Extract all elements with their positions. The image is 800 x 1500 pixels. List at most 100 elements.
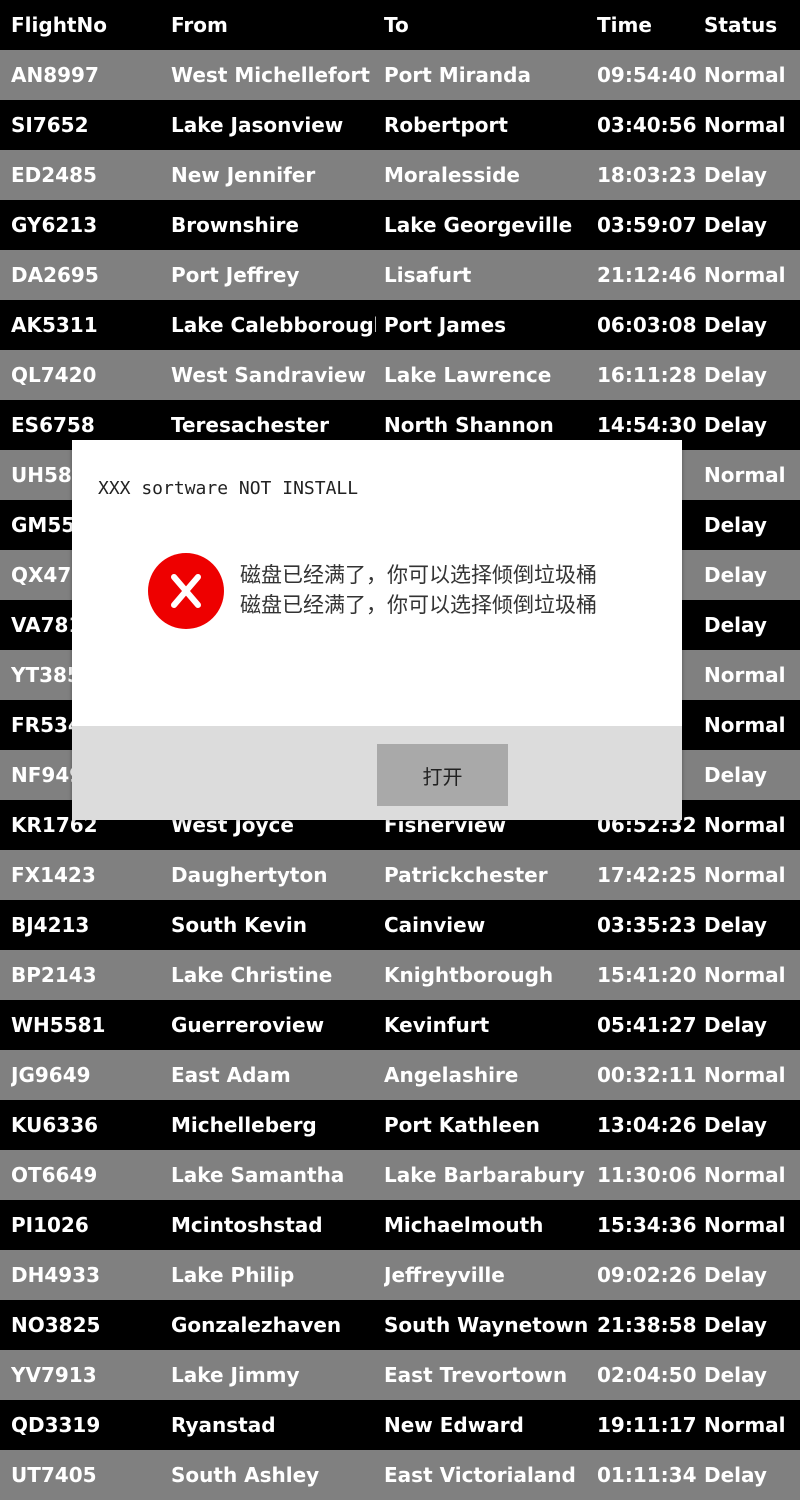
flight-number-cell: KU6336 (11, 1113, 99, 1137)
time-cell: 03:59:07 (597, 213, 697, 237)
dialog-message-line-2: 磁盘已经满了，你可以选择倾倒垃圾桶 (240, 593, 597, 617)
origin-cell: Ryanstad (171, 1413, 276, 1437)
time-cell: 16:11:28 (597, 363, 697, 387)
status-cell: Normal (704, 863, 786, 887)
dialog-footer: 打开 (72, 726, 682, 820)
flight-number-cell: OT6649 (11, 1163, 98, 1187)
status-cell: Normal (704, 1063, 786, 1087)
flight-number-cell: AN8997 (11, 63, 99, 87)
flight-number-cell: AK5311 (11, 313, 98, 337)
flight-number-cell: JG9649 (11, 1063, 91, 1087)
status-cell: Delay (704, 363, 767, 387)
dialog-message-line-1: 磁盘已经满了，你可以选择倾倒垃圾桶 (240, 563, 597, 587)
column-header-from: From (171, 13, 228, 37)
time-cell: 09:02:26 (597, 1263, 697, 1287)
time-cell: 13:04:26 (597, 1113, 697, 1137)
time-cell: 18:03:23 (597, 163, 697, 187)
origin-cell: West Sandraview (171, 363, 367, 387)
status-cell: Normal (704, 1413, 786, 1437)
status-cell: Normal (704, 113, 786, 137)
column-header-flightno: FlightNo (11, 13, 107, 37)
time-cell: 21:12:46 (597, 263, 697, 287)
status-cell: Normal (704, 963, 786, 987)
origin-cell: South Kevin (171, 913, 307, 937)
dialog-title: XXX sortware NOT INSTALL (98, 478, 359, 499)
table-row: JG9649 East Adam Angelashire 00:32:11 Normal (0, 1050, 800, 1100)
status-cell: Normal (704, 463, 786, 487)
flight-number-cell: ED2485 (11, 163, 97, 187)
status-cell: Delay (704, 763, 767, 787)
destination-cell: East Victorialand (384, 1463, 576, 1487)
flight-number-cell: YV7913 (11, 1363, 97, 1387)
origin-cell: Lake Calebborough (171, 313, 376, 337)
column-header-to: To (384, 13, 409, 37)
flight-number-cell: DA2695 (11, 263, 99, 287)
origin-cell: New Jennifer (171, 163, 316, 187)
table-row: DH4933 Lake Philip Jeffreyville 09:02:26 Del… (0, 1250, 800, 1300)
flight-number-cell: NO3825 (11, 1313, 101, 1337)
open-button[interactable]: 打开 (377, 744, 508, 806)
table-row: ED2485 New Jennifer Moralesside 18:03:23 Del… (0, 150, 800, 200)
status-cell: Delay (704, 1463, 767, 1487)
status-cell: Normal (704, 1163, 786, 1187)
origin-cell: Gonzalezhaven (171, 1313, 342, 1337)
table-header: FlightNo From To Time Status (0, 0, 800, 50)
table-row: UT7405 South Ashley East Victorialand 01:11… (0, 1450, 800, 1500)
time-cell: 15:41:20 (597, 963, 697, 987)
destination-cell: Cainview (384, 913, 486, 937)
origin-cell: Lake Philip (171, 1263, 295, 1287)
status-cell: Delay (704, 1313, 767, 1337)
flight-number-cell: BJ4213 (11, 913, 90, 937)
status-cell: Delay (704, 213, 767, 237)
status-cell: Delay (704, 413, 767, 437)
origin-cell: Lake Samantha (171, 1163, 345, 1187)
flight-number-cell: SI7652 (11, 113, 89, 137)
origin-cell: Lake Christine (171, 963, 333, 987)
time-cell: 00:32:11 (597, 1063, 697, 1087)
origin-cell: South Ashley (171, 1463, 320, 1487)
flight-number-cell: WH5581 (11, 1013, 106, 1037)
origin-cell: East Adam (171, 1063, 291, 1087)
time-cell: 02:04:50 (597, 1363, 697, 1387)
origin-cell: Mcintoshstad (171, 1213, 323, 1237)
time-cell: 06:03:08 (597, 313, 697, 337)
status-cell: Normal (704, 713, 786, 737)
table-row: AN8997 West Michellefort Port Miranda 09:54… (0, 50, 800, 100)
table-row: BJ4213 South Kevin Cainview 03:35:23 Delay (0, 900, 800, 950)
destination-cell: Angelashire (384, 1063, 519, 1087)
table-row: PI1026 Mcintoshstad Michaelmouth 15:34:36 No… (0, 1200, 800, 1250)
time-cell: 01:11:34 (597, 1463, 697, 1487)
destination-cell: Port Kathleen (384, 1113, 540, 1137)
table-row: KU6336 Michelleberg Port Kathleen 13:04:26 D… (0, 1100, 800, 1150)
status-cell: Normal (704, 813, 786, 837)
origin-cell: Michelleberg (171, 1113, 317, 1137)
status-cell: Normal (704, 63, 786, 87)
flight-number-cell: FX1423 (11, 863, 96, 887)
error-x-icon (148, 553, 224, 629)
destination-cell: Michaelmouth (384, 1213, 544, 1237)
destination-cell: Knightborough (384, 963, 554, 987)
time-cell: 03:40:56 (597, 113, 697, 137)
table-row: BP2143 Lake Christine Knightborough 15:41:2… (0, 950, 800, 1000)
flight-number-cell: UT7405 (11, 1463, 97, 1487)
time-cell: 09:54:40 (597, 63, 697, 87)
origin-cell: Lake Jasonview (171, 113, 344, 137)
time-cell: 19:11:17 (597, 1413, 697, 1437)
flight-number-cell: BP2143 (11, 963, 97, 987)
status-cell: Delay (704, 313, 767, 337)
time-cell: 21:38:58 (597, 1313, 697, 1337)
status-cell: Delay (704, 1013, 767, 1037)
origin-cell: Brownshire (171, 213, 299, 237)
table-row: OT6649 Lake Samantha Lake Barbarabury 11:30… (0, 1150, 800, 1200)
destination-cell: Port Miranda (384, 63, 531, 87)
destination-cell: South Waynetown (384, 1313, 589, 1337)
status-cell: Delay (704, 563, 767, 587)
destination-cell: Moralesside (384, 163, 520, 187)
time-cell: 15:34:36 (597, 1213, 697, 1237)
status-cell: Delay (704, 913, 767, 937)
origin-cell: West Michellefort (171, 63, 370, 87)
status-cell: Normal (704, 263, 786, 287)
table-row: YV7913 Lake Jimmy East Trevortown 02:04:50 D… (0, 1350, 800, 1400)
table-row: NO3825 Gonzalezhaven South Waynetown 21:38:… (0, 1300, 800, 1350)
origin-cell: Lake Jimmy (171, 1363, 300, 1387)
